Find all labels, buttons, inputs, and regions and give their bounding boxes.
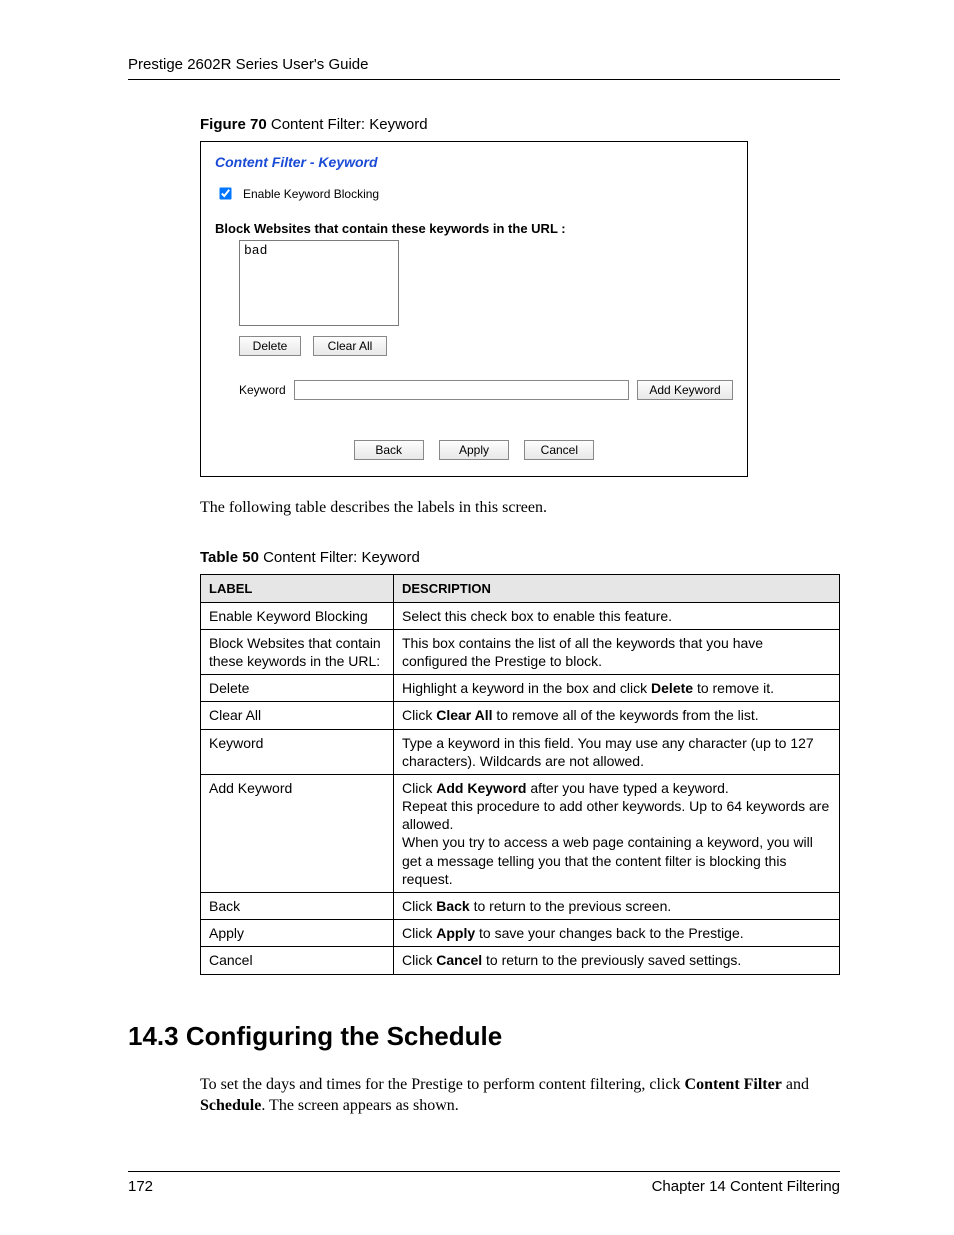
table-row: Add KeywordClick Add Keyword after you h…	[201, 774, 840, 892]
enable-keyword-blocking-checkbox[interactable]	[219, 187, 231, 199]
cancel-button[interactable]: Cancel	[524, 440, 594, 460]
table-row: Block Websites that contain these keywor…	[201, 629, 840, 674]
section-heading: 14.3 Configuring the Schedule	[128, 1021, 840, 1052]
keyword-input-label: Keyword	[239, 383, 286, 397]
table-cell-label: Clear All	[201, 702, 394, 729]
table-cell-description: Click Clear All to remove all of the key…	[394, 702, 840, 729]
table-cell-label: Cancel	[201, 947, 394, 974]
table-caption-text: Content Filter: Keyword	[259, 549, 420, 566]
clear-all-button[interactable]: Clear All	[313, 336, 387, 356]
table-row: BackClick Back to return to the previous…	[201, 893, 840, 920]
back-button[interactable]: Back	[354, 440, 424, 460]
table-row: Clear AllClick Clear All to remove all o…	[201, 702, 840, 729]
figure-caption-number: Figure 70	[200, 116, 267, 133]
figure-caption-text: Content Filter: Keyword	[267, 116, 428, 133]
table-cell-description: Click Cancel to return to the previously…	[394, 947, 840, 974]
table-cell-label: Block Websites that contain these keywor…	[201, 629, 394, 674]
intro-paragraph: The following table describes the labels…	[200, 497, 840, 519]
table-cell-label: Keyword	[201, 729, 394, 774]
enable-keyword-blocking-label: Enable Keyword Blocking	[243, 187, 379, 201]
figure-caption: Figure 70 Content Filter: Keyword	[200, 116, 840, 133]
table-cell-label: Back	[201, 893, 394, 920]
table-cell-label: Enable Keyword Blocking	[201, 602, 394, 629]
table-row: CancelClick Cancel to return to the prev…	[201, 947, 840, 974]
table-cell-description: Click Apply to save your changes back to…	[394, 920, 840, 947]
chapter-label: Chapter 14 Content Filtering	[652, 1178, 840, 1195]
panel-title: Content Filter - Keyword	[215, 154, 733, 170]
table-cell-description: Type a keyword in this field. You may us…	[394, 729, 840, 774]
table-caption: Table 50 Content Filter: Keyword	[200, 549, 840, 566]
keyword-listbox[interactable]: bad	[239, 240, 399, 326]
table-row: KeywordType a keyword in this field. You…	[201, 729, 840, 774]
page-number: 172	[128, 1178, 153, 1195]
section-body: To set the days and times for the Presti…	[200, 1074, 840, 1117]
block-websites-label: Block Websites that contain these keywor…	[215, 221, 733, 236]
table-cell-description: Click Add Keyword after you have typed a…	[394, 774, 840, 892]
table-row: Enable Keyword BlockingSelect this check…	[201, 602, 840, 629]
screenshot-panel: Content Filter - Keyword Enable Keyword …	[200, 141, 748, 477]
delete-button[interactable]: Delete	[239, 336, 301, 356]
table-cell-description: Click Back to return to the previous scr…	[394, 893, 840, 920]
running-header: Prestige 2602R Series User's Guide	[128, 56, 840, 80]
apply-button[interactable]: Apply	[439, 440, 509, 460]
table-cell-label: Apply	[201, 920, 394, 947]
table-cell-description: This box contains the list of all the ke…	[394, 629, 840, 674]
table-row: DeleteHighlight a keyword in the box and…	[201, 675, 840, 702]
table-cell-label: Add Keyword	[201, 774, 394, 892]
table-cell-description: Highlight a keyword in the box and click…	[394, 675, 840, 702]
keyword-input[interactable]	[294, 380, 629, 400]
add-keyword-button[interactable]: Add Keyword	[637, 380, 733, 400]
table-cell-label: Delete	[201, 675, 394, 702]
table-header-label: LABEL	[201, 574, 394, 602]
table-cell-description: Select this check box to enable this fea…	[394, 602, 840, 629]
table-caption-number: Table 50	[200, 549, 259, 566]
table-header-description: DESCRIPTION	[394, 574, 840, 602]
table-row: ApplyClick Apply to save your changes ba…	[201, 920, 840, 947]
description-table: LABEL DESCRIPTION Enable Keyword Blockin…	[200, 574, 840, 975]
